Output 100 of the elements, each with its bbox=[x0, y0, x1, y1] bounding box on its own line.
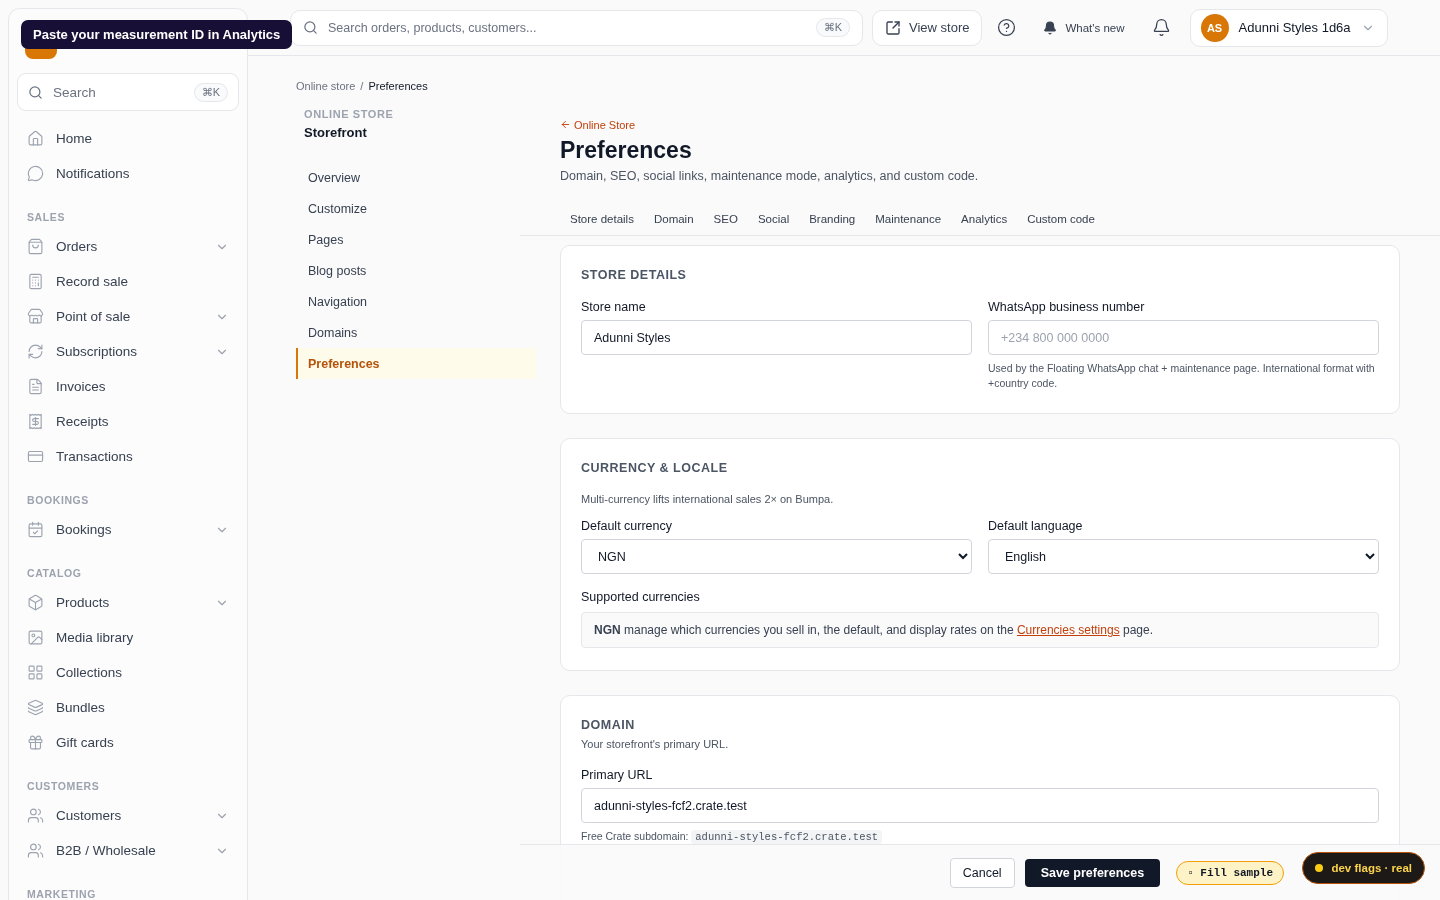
whatsapp-field[interactable]: +234 800 000 0000 bbox=[988, 320, 1379, 355]
users-icon bbox=[27, 842, 44, 859]
home-icon bbox=[27, 130, 44, 147]
field-hint: Used by the Floating WhatsApp chat + maintenance page. International format with +country code. bbox=[988, 361, 1376, 392]
store-name-field[interactable]: Adunni Styles bbox=[581, 320, 972, 355]
box-icon bbox=[27, 594, 44, 611]
sidebar-item[interactable]: Bookings bbox=[9, 512, 247, 547]
bell-icon bbox=[1043, 20, 1058, 35]
field-label: Primary URL bbox=[581, 768, 654, 783]
tab[interactable]: Branding bbox=[799, 213, 866, 236]
sidebar-item[interactable]: Point of sale bbox=[9, 299, 247, 334]
subnav-item[interactable]: Customize bbox=[296, 193, 536, 224]
account-button[interactable]: AS Adunni Styles 1d6a bbox=[1189, 8, 1388, 47]
sidebar-item[interactable]: Invoices bbox=[9, 369, 247, 404]
refresh-icon bbox=[27, 343, 44, 360]
tooltip: Paste your measurement ID in Analytics bbox=[21, 20, 293, 49]
section-title: CATALOG bbox=[26, 566, 83, 581]
subnav-item[interactable]: Domains bbox=[296, 317, 536, 348]
tab[interactable]: SEO bbox=[703, 213, 748, 236]
gift-icon bbox=[27, 734, 44, 751]
card-title: CURRENCY & LOCALE bbox=[581, 461, 729, 476]
breadcrumb-separator: / bbox=[360, 80, 364, 92]
sidebar-item[interactable]: Collections bbox=[9, 655, 247, 690]
back-link[interactable]: Online Store bbox=[560, 118, 636, 131]
primary-url-field[interactable]: adunni-styles-fcf2.crate.test bbox=[581, 788, 1379, 824]
card-description: Multi-currency lifts international sales 2× on Bumpa. bbox=[581, 493, 835, 506]
sidebar-item[interactable]: B2B / Wholesale bbox=[9, 833, 247, 868]
search-field[interactable]: Search orders, products, customers... ⌘K bbox=[290, 9, 863, 46]
grid-icon bbox=[27, 664, 44, 681]
receipt-icon bbox=[27, 413, 44, 430]
sidebar-item[interactable]: Bundles bbox=[9, 690, 247, 725]
field-hint: Free Crate subdomain: adunni-styles-fcf2.crate.test bbox=[581, 829, 1379, 846]
tab[interactable]: Social bbox=[747, 213, 800, 236]
field-label: Store name bbox=[581, 300, 647, 314]
section-title: MARKETING bbox=[26, 887, 97, 900]
currency-select[interactable]: NGN bbox=[581, 539, 972, 575]
tab[interactable]: Domain bbox=[643, 213, 704, 236]
card-title: DOMAIN bbox=[581, 718, 636, 733]
subnav-title: Storefront bbox=[303, 124, 368, 140]
sidebar-item[interactable]: Record sale bbox=[9, 264, 247, 299]
field-label: WhatsApp business number bbox=[988, 300, 1146, 314]
field-label: Supported currencies bbox=[581, 590, 701, 605]
section-title: ONLINE STORE bbox=[303, 108, 395, 120]
layers-icon bbox=[27, 699, 44, 716]
field-label: Default language bbox=[988, 519, 1084, 534]
breadcrumb-link[interactable]: Online store bbox=[296, 80, 356, 92]
bag-icon bbox=[27, 238, 44, 255]
fill-sample-button[interactable]: ▫ Fill sample bbox=[1176, 860, 1284, 885]
subnav-item[interactable]: Pages bbox=[296, 224, 536, 255]
sidebar-item[interactable]: Subscriptions bbox=[9, 334, 247, 369]
tab[interactable]: Store details bbox=[560, 213, 644, 236]
subnav-item[interactable]: Navigation bbox=[296, 286, 536, 317]
card-icon bbox=[27, 448, 44, 465]
search-icon bbox=[28, 84, 43, 100]
sidebar-item[interactable]: Receipts bbox=[9, 404, 247, 439]
view-store-button[interactable]: View store bbox=[872, 9, 983, 46]
tab[interactable]: Custom code bbox=[1017, 213, 1105, 236]
sidebar-item[interactable]: Gift cards bbox=[9, 725, 247, 760]
arrow-left-icon bbox=[560, 119, 571, 130]
image-icon bbox=[27, 629, 44, 646]
subnav-item[interactable]: Preferences bbox=[296, 348, 536, 379]
save-button[interactable]: Save preferences bbox=[1024, 858, 1161, 887]
card-title: STORE DETAILS bbox=[581, 268, 688, 282]
avatar: AS bbox=[1200, 13, 1229, 42]
sidebar-item[interactable]: Orders bbox=[9, 229, 247, 264]
calculator-icon bbox=[27, 273, 44, 290]
sidebar-search[interactable]: Search ⌘K bbox=[17, 73, 239, 111]
users-icon bbox=[27, 807, 44, 824]
info-text: NGN manage which currencies you sell in, the default, and display rates on the Currencies settings page. bbox=[594, 623, 1153, 638]
sidebar-item[interactable]: Notifications bbox=[9, 156, 247, 191]
tab[interactable]: Maintenance bbox=[865, 213, 952, 236]
shortcut-key: ⌘K bbox=[815, 18, 850, 37]
whats-new-button[interactable]: What's new bbox=[1031, 14, 1137, 41]
document-icon bbox=[27, 378, 44, 395]
breadcrumb-link[interactable]: Preferences bbox=[368, 80, 428, 92]
subnav-item[interactable]: Blog posts bbox=[296, 255, 536, 286]
section-title: BOOKINGS bbox=[26, 493, 90, 508]
section-title: CUSTOMERS bbox=[26, 779, 101, 794]
cancel-button[interactable]: Cancel bbox=[949, 857, 1015, 888]
sidebar-item[interactable]: Customers bbox=[9, 798, 247, 833]
sidebar-item[interactable]: Home bbox=[9, 121, 247, 156]
shortcut-key: ⌘K bbox=[193, 82, 228, 102]
section-title: SALES bbox=[26, 210, 66, 225]
page-title: Preferences bbox=[560, 137, 693, 164]
external-link-icon bbox=[885, 19, 901, 36]
sidebar-item[interactable]: Transactions bbox=[9, 439, 247, 474]
search-icon bbox=[303, 20, 318, 35]
card-description: Your storefront's primary URL. bbox=[581, 738, 730, 751]
sidebar-item[interactable]: Products bbox=[9, 585, 247, 620]
chat-icon bbox=[27, 165, 44, 182]
field-label: Default currency bbox=[581, 519, 673, 534]
calendar-icon bbox=[27, 521, 44, 538]
tab[interactable]: Analytics bbox=[951, 213, 1018, 236]
sidebar-item[interactable]: Media library bbox=[9, 620, 247, 655]
dev-flags-badge[interactable]: dev flags · real bbox=[1302, 852, 1425, 884]
store-icon bbox=[27, 308, 44, 325]
page-description: Domain, SEO, social links, maintenance mode, analytics, and custom code. bbox=[560, 169, 980, 183]
currencies-link[interactable]: Currencies settings bbox=[1016, 623, 1120, 638]
subnav-item[interactable]: Overview bbox=[296, 162, 536, 193]
language-select[interactable]: English bbox=[988, 539, 1379, 575]
